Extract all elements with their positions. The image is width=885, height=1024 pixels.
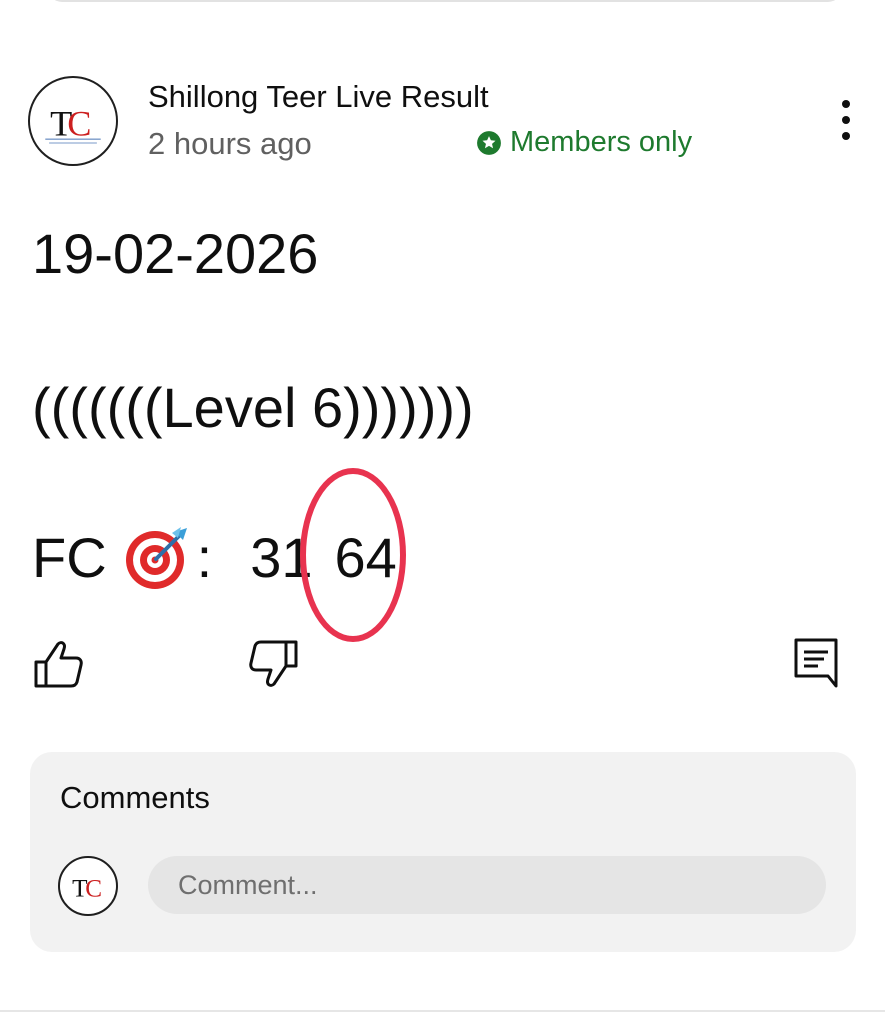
like-button[interactable] bbox=[32, 638, 84, 690]
dislike-button[interactable] bbox=[248, 638, 300, 690]
members-only-badge: Members only bbox=[476, 126, 692, 159]
post-fc-line: FC : 31 64 bbox=[32, 524, 397, 592]
fc-number-first: 31 bbox=[250, 526, 313, 589]
menu-dot bbox=[842, 116, 850, 124]
tc-logo: T C bbox=[72, 875, 102, 902]
thumbs-up-icon bbox=[34, 641, 83, 688]
channel-avatar[interactable]: T C bbox=[28, 76, 118, 166]
bottom-divider bbox=[0, 1010, 885, 1012]
comment-button[interactable] bbox=[792, 636, 840, 690]
post-timestamp: 2 hours ago bbox=[148, 126, 312, 161]
menu-dot bbox=[842, 132, 850, 140]
comment-input[interactable] bbox=[148, 856, 826, 914]
post-page: T C Shillong Teer Live Result 2 hours ag… bbox=[0, 0, 885, 1024]
thumbs-down-icon bbox=[249, 640, 298, 687]
star-circle-icon bbox=[477, 130, 501, 155]
menu-dot bbox=[842, 100, 850, 108]
svg-text:C: C bbox=[85, 875, 102, 902]
comments-title: Comments bbox=[60, 780, 210, 815]
fc-number-second: 64 bbox=[334, 526, 397, 589]
post-level-text: (((((((Level 6))))))) bbox=[32, 376, 474, 439]
fc-label: FC bbox=[32, 526, 107, 589]
channel-name[interactable]: Shillong Teer Live Result bbox=[148, 79, 489, 115]
comment-icon bbox=[794, 638, 838, 688]
three-dots-vertical-icon[interactable] bbox=[826, 96, 866, 144]
members-only-label: Members only bbox=[510, 126, 693, 158]
svg-text:C: C bbox=[67, 103, 91, 143]
tc-logo: T C bbox=[45, 103, 101, 144]
fc-colon: : bbox=[196, 526, 213, 589]
post-date-text: 19-02-2026 bbox=[32, 222, 319, 285]
direct-hit-dart-icon bbox=[125, 527, 187, 589]
previous-card-edge bbox=[48, 0, 842, 2]
user-avatar[interactable]: T C bbox=[58, 856, 118, 916]
